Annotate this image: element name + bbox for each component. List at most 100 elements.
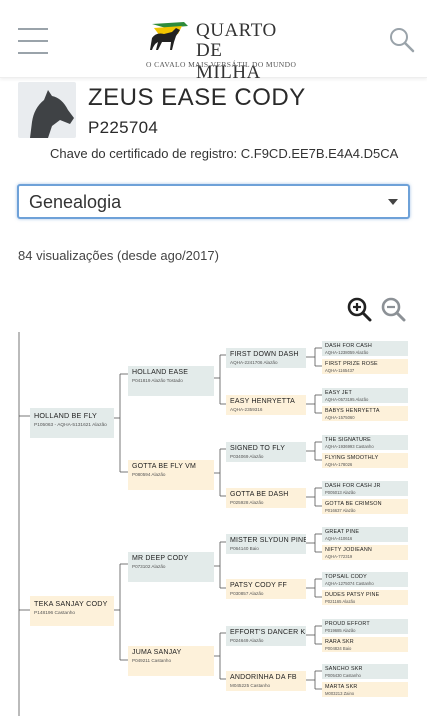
pedigree-node[interactable]: NIFTY JODIEANN AQHA-772319 <box>322 545 408 560</box>
pedigree-node[interactable]: SANCHO SKR P005430 Castanho <box>322 664 408 679</box>
pedigree-node[interactable]: EASY HENRYETTA AQHA-2359316 <box>226 395 306 415</box>
node-name: BABYS HENRYETTA <box>325 408 380 414</box>
node-name: NIFTY JODIEANN <box>325 547 373 553</box>
pedigree-node[interactable]: FIRST PRIZE ROSE AQHA-1165437 <box>322 359 408 374</box>
hamburger-icon[interactable] <box>18 28 48 54</box>
pedigree-node[interactable]: BABYS HENRYETTA AQHA-1575060 <box>322 406 408 421</box>
pedigree-node[interactable]: MR DEEP CODY P073102 Alazão <box>128 552 214 582</box>
node-name: SANCHO SKR <box>325 666 363 672</box>
zoom-in-icon[interactable] <box>346 296 372 322</box>
pedigree-node[interactable]: FIRST DOWN DASH AQHA-2241706 Alazão <box>226 348 306 368</box>
certificate-key: Chave do certificado de registro: C.F9CD… <box>50 146 399 161</box>
node-name: ANDORINHA DA FB <box>230 674 297 681</box>
node-info: P019685 Alazão <box>325 628 356 633</box>
node-info: AQHA-1575060 <box>325 415 355 420</box>
node-info: P025928 Alazão <box>230 500 264 505</box>
node-info: P049211 Castanho <box>132 658 171 663</box>
section-select[interactable]: Genealogia <box>17 184 410 219</box>
pedigree-node[interactable]: EFFORT'S DANCER KRB P024649 Alazão <box>226 626 306 646</box>
node-name: GOTTA BE CRIMSON <box>325 501 382 507</box>
top-header: QUARTO DE MILHA O CAVALO MAIS VERSÁTIL D… <box>0 0 427 83</box>
pedigree-node[interactable]: THE SIGNATURE AQHA-1936993 Castanho <box>322 435 408 450</box>
node-name: EASY JET <box>325 390 352 396</box>
node-name: DASH FOR CASH JR <box>325 483 381 489</box>
node-name: DASH FOR CASH <box>325 343 372 349</box>
node-name: MR DEEP CODY <box>132 555 189 562</box>
node-info: M045225 Castanho <box>230 683 271 688</box>
node-name: MARTA SKR <box>325 684 358 690</box>
pedigree-node[interactable]: DASH FOR CASH AQHA-1238059 Alazão <box>322 341 408 356</box>
node-info: P004824 Baio <box>325 646 352 651</box>
node-info: AQHA-1238059 Alazão <box>325 350 369 355</box>
node-name: PATSY CODY FF <box>230 582 287 589</box>
pedigree-node[interactable]: FLYING SMOOTHLY AQHA-178026 <box>322 453 408 468</box>
node-info: M003213 Zaino <box>325 691 355 696</box>
node-info: AQHA-1275074 Castanho <box>325 581 374 586</box>
node-name: GREAT PINE <box>325 529 360 535</box>
logo-text-1: QUARTO <box>196 20 277 41</box>
node-name: TOPSAIL CODY <box>325 574 367 580</box>
node-info: P024649 Alazão <box>230 638 264 643</box>
node-info: P073102 Alazão <box>132 564 166 569</box>
node-name: THE SIGNATURE <box>325 437 371 443</box>
node-info: AQHA-2241706 Alazão <box>230 360 278 365</box>
node-name: DUDES PATSY PINE <box>325 592 380 598</box>
node-info: P005430 Castanho <box>325 673 361 678</box>
node-info: AQHA-0573195 Alazão <box>325 397 369 402</box>
node-name: HOLLAND EASE <box>132 369 189 376</box>
pedigree-node[interactable]: GOTTA BE DASH P025928 Alazão <box>226 488 306 508</box>
node-info: P080594 Alazão <box>132 472 166 477</box>
node-name: PROUD EFFORT <box>325 621 370 627</box>
pedigree-node[interactable]: DASH FOR CASH JR P005013 Alazão <box>322 481 408 496</box>
pedigree-node[interactable]: EASY JET AQHA-0573195 Alazão <box>322 388 408 403</box>
pedigree-sire[interactable]: HOLLAND BE FLY P105063 - AQHA-5131621 Al… <box>30 408 114 438</box>
pedigree-node[interactable]: GOTTA BE FLY VM P080594 Alazão <box>128 460 214 490</box>
pedigree-node[interactable]: ANDORINHA DA FB M045225 Castanho <box>226 671 306 691</box>
node-info: AQHA-2359316 <box>230 407 263 412</box>
logo-horse-icon <box>150 22 188 50</box>
node-name: HOLLAND BE FLY <box>34 411 97 420</box>
node-name: FIRST DOWN DASH <box>230 351 299 358</box>
node-name: FIRST PRIZE ROSE <box>325 361 378 367</box>
node-name: GOTTA BE FLY VM <box>132 463 197 470</box>
pedigree-dam[interactable]: TEKA SANJAY CODY P148196 Castanho <box>30 596 114 626</box>
section-select-value: Genealogia <box>29 192 122 212</box>
node-name: SIGNED TO FLY <box>230 445 286 452</box>
pedigree-node[interactable]: PATSY CODY FF P030857 Alazão <box>226 579 306 599</box>
node-info: AQHA-178026 <box>325 462 353 467</box>
node-info: P064140 Baio <box>230 546 259 551</box>
logo-tagline: O CAVALO MAIS VERSÁTIL DO MUNDO <box>146 60 297 69</box>
node-info: P105063 - AQHA-5131621 Alazão <box>34 423 107 428</box>
node-name: FLYING SMOOTHLY <box>325 455 379 461</box>
search-icon[interactable] <box>388 26 416 54</box>
pedigree-node[interactable]: GOTTA BE CRIMSON P016637 Alazão <box>322 499 408 514</box>
zoom-out-icon[interactable] <box>380 296 406 322</box>
node-name: TEKA SANJAY CODY <box>34 599 108 608</box>
node-info: P016637 Alazão <box>325 508 356 513</box>
pedigree-node[interactable]: TOPSAIL CODY AQHA-1275074 Castanho <box>322 572 408 587</box>
node-info: P041819 Alazão Tostado <box>132 378 183 383</box>
pedigree-node[interactable]: HOLLAND EASE P041819 Alazão Tostado <box>128 366 214 396</box>
pedigree-node[interactable]: MISTER SLYDUN PINE P064140 Baio <box>226 534 306 554</box>
pedigree-node[interactable]: MARTA SKR M003213 Zaino <box>322 682 408 697</box>
node-info: AQHA-1936993 Castanho <box>325 444 374 449</box>
pedigree-node[interactable]: PROUD EFFORT P019685 Alazão <box>322 619 408 634</box>
pedigree-tree: HOLLAND BE FLY P105063 - AQHA-5131621 Al… <box>0 328 427 720</box>
pedigree-node[interactable]: SIGNED TO FLY P034069 Alazão <box>226 442 306 462</box>
pedigree-node[interactable]: GREAT PINE AQHA-410616 <box>322 527 408 542</box>
view-count: 84 visualizações (desde ago/2017) <box>18 248 219 263</box>
node-name: EASY HENRYETTA <box>230 398 296 405</box>
node-info: AQHA-1165437 <box>325 368 355 373</box>
quarto-de-milha-logo[interactable]: QUARTO DE MILHA O CAVALO MAIS VERSÁTIL D… <box>140 14 296 83</box>
pedigree-node[interactable]: JUMA SANJAY P049211 Castanho <box>128 646 214 676</box>
node-info: P030857 Alazão <box>230 591 264 596</box>
chevron-down-icon <box>388 199 398 205</box>
node-name: EFFORT'S DANCER KRB <box>230 629 306 636</box>
pedigree-node[interactable]: RARA SKR P004824 Baio <box>322 637 408 652</box>
node-name: MISTER SLYDUN PINE <box>230 537 306 544</box>
node-info: AQHA-772319 <box>325 554 353 559</box>
pedigree-node[interactable]: DUDES PATSY PINE P021165 Alazão <box>322 590 408 605</box>
node-name: RARA SKR <box>325 639 354 645</box>
node-name: JUMA SANJAY <box>132 649 182 656</box>
node-info: P148196 Castanho <box>34 611 76 616</box>
